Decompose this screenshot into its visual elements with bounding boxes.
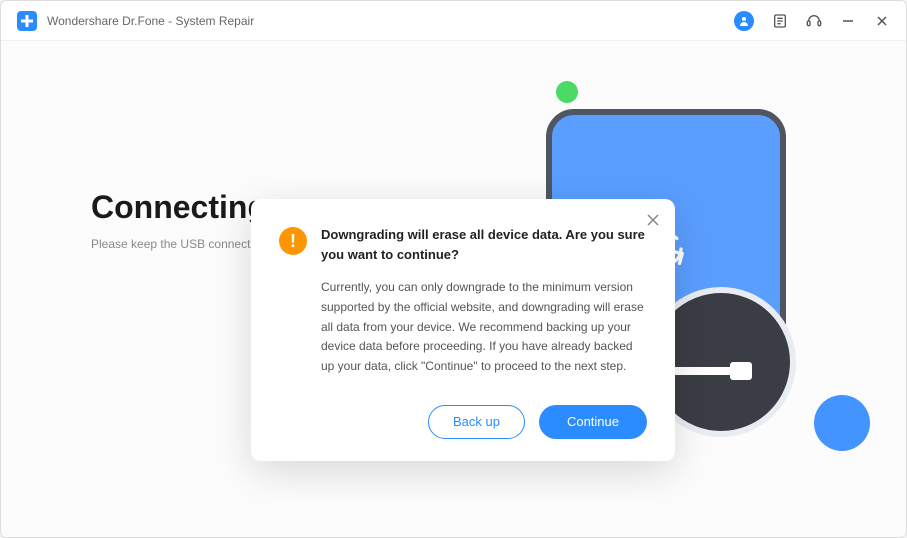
feedback-icon[interactable] (772, 13, 788, 29)
titlebar-actions (734, 11, 890, 31)
dialog-body: Currently, you can only downgrade to the… (321, 278, 647, 377)
dialog-title: Downgrading will erase all device data. … (321, 225, 647, 264)
app-logo-icon (17, 11, 37, 31)
titlebar: Wondershare Dr.Fone - System Repair (1, 1, 906, 41)
dialog-close-button[interactable] (647, 213, 661, 227)
app-window: Wondershare Dr.Fone - System Repair Conn… (0, 0, 907, 538)
account-icon[interactable] (734, 11, 754, 31)
decor-green-dot (556, 81, 578, 103)
warning-icon: ! (279, 227, 307, 255)
decor-blue-dot (814, 395, 870, 451)
page-subtitle: Please keep the USB connection (91, 237, 266, 251)
backup-button[interactable]: Back up (428, 405, 525, 439)
minimize-button[interactable] (840, 13, 856, 29)
close-window-button[interactable] (874, 13, 890, 29)
content-area: Connecting... Please keep the USB connec… (1, 41, 906, 537)
window-title: Wondershare Dr.Fone - System Repair (47, 14, 254, 28)
continue-button[interactable]: Continue (539, 405, 647, 439)
support-icon[interactable] (806, 13, 822, 29)
dialog-actions: Back up Continue (279, 405, 647, 439)
confirm-dialog: ! Downgrading will erase all device data… (251, 199, 675, 461)
